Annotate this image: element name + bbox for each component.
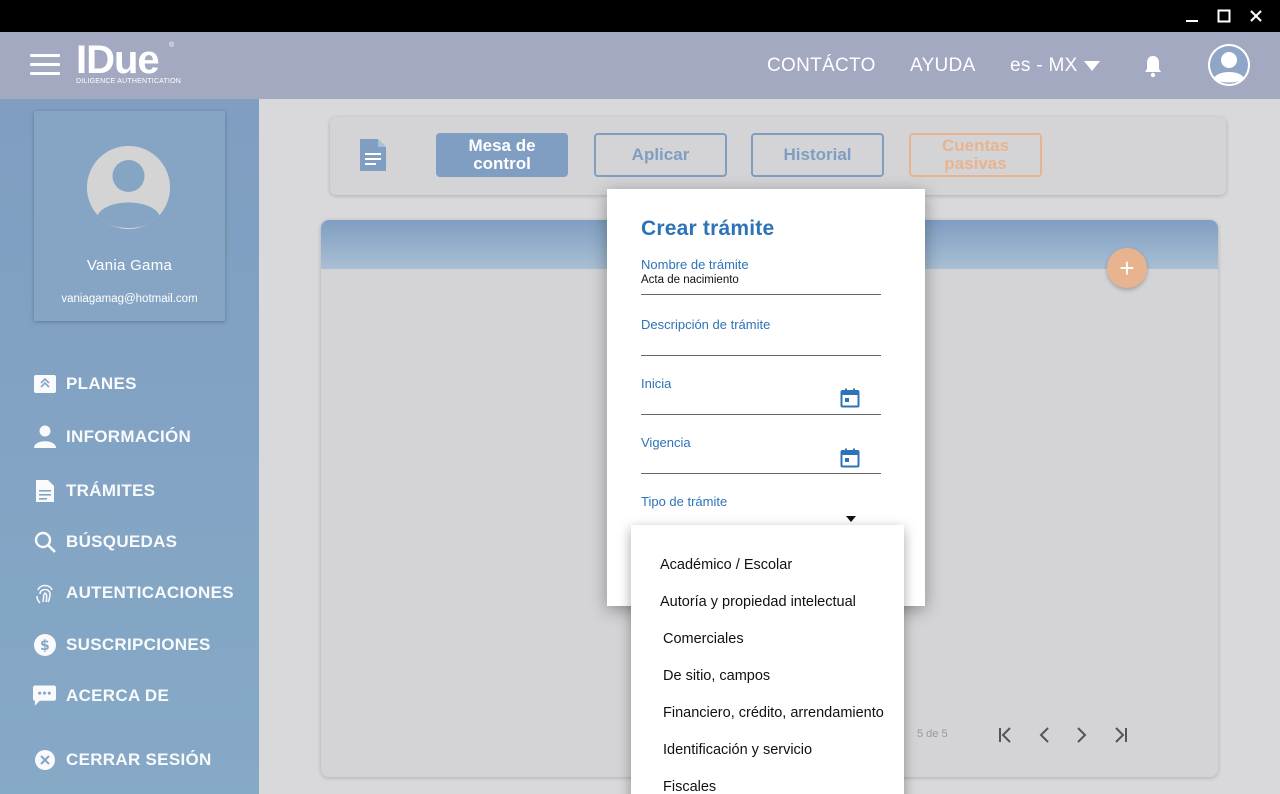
- sidebar-item-label: TRÁMITES: [66, 480, 156, 500]
- inicia-date-field[interactable]: Inicia: [641, 376, 881, 415]
- option-autoria[interactable]: Autoría y propiedad intelectual: [660, 594, 856, 610]
- profile-avatar: [87, 146, 170, 229]
- vigencia-date-field[interactable]: Vigencia: [641, 435, 881, 474]
- bell-icon[interactable]: [1143, 54, 1163, 78]
- modal-title: Crear trámite: [641, 217, 775, 240]
- user-avatar[interactable]: [1208, 44, 1250, 86]
- first-page-icon[interactable]: [994, 723, 1018, 747]
- person-icon: [33, 425, 56, 448]
- dropdown-arrow-icon[interactable]: [846, 516, 856, 522]
- field-label: Tipo de trámite: [641, 494, 728, 509]
- sidebar-item-cerrar-sesion[interactable]: CERRAR SESIÓN: [33, 748, 212, 771]
- app-logo: IDue ® DILIGENCE AUTHENTICATION: [76, 38, 182, 85]
- sidebar: Vania Gama vaniagamag@hotmail.com PLANES…: [0, 99, 259, 794]
- app-header: IDue ® DILIGENCE AUTHENTICATION CONTÁCTO…: [0, 32, 1280, 99]
- plans-icon: [33, 372, 56, 395]
- sidebar-item-informacion[interactable]: INFORMACIÓN: [33, 425, 191, 448]
- calendar-icon[interactable]: [840, 448, 860, 468]
- aplicar-button[interactable]: Aplicar: [594, 133, 727, 177]
- svg-text:$: $: [39, 638, 49, 654]
- profile-name: Vania Gama: [86, 257, 173, 274]
- nombre-tramite-field[interactable]: Nombre de trámite Acta de nacimiento: [641, 257, 881, 295]
- field-label: Nombre de trámite: [641, 257, 749, 272]
- sidebar-item-label: ACERCA DE: [66, 685, 170, 705]
- calendar-icon[interactable]: [840, 388, 860, 408]
- sidebar-item-label: PLANES: [66, 373, 137, 393]
- option-financiero[interactable]: Financiero, crédito, arrendamiento: [663, 705, 884, 721]
- fingerprint-icon: [33, 581, 56, 604]
- document-icon: [360, 139, 386, 176]
- next-page-icon[interactable]: [1069, 723, 1093, 747]
- mesa-de-control-button[interactable]: Mesa de control: [436, 133, 568, 177]
- pager-text: 5 de 5: [917, 728, 948, 740]
- dollar-icon: $: [33, 633, 56, 656]
- sidebar-item-label: AUTENTICACIONES: [66, 582, 234, 602]
- last-page-icon[interactable]: [1108, 723, 1132, 747]
- language-label: es - MX: [1010, 55, 1078, 76]
- field-label: Descripción de trámite: [641, 317, 771, 332]
- profile-email: vaniagamag@hotmail.com: [61, 293, 198, 305]
- caret-down-icon: [1083, 61, 1100, 71]
- option-fiscales[interactable]: Fiscales: [663, 779, 716, 794]
- tipo-tramite-select[interactable]: Tipo de trámite: [641, 494, 881, 524]
- sidebar-item-tramites[interactable]: TRÁMITES: [33, 479, 155, 502]
- nav-ayuda[interactable]: AYUDA: [910, 55, 976, 77]
- menu-icon[interactable]: [30, 54, 60, 78]
- sidebar-item-label: CERRAR SESIÓN: [66, 749, 212, 769]
- cuentas-pasivas-button[interactable]: Cuentas pasivas: [909, 133, 1042, 177]
- tipo-tramite-options: Académico / Escolar Autoría y propiedad …: [631, 525, 904, 794]
- option-de-sitio[interactable]: De sitio, campos: [663, 668, 770, 684]
- search-icon: [33, 530, 56, 553]
- option-identificacion[interactable]: Identificación y servicio: [663, 742, 812, 758]
- sidebar-item-acerca-de[interactable]: ACERCA DE: [33, 684, 169, 707]
- document-icon: [33, 479, 56, 502]
- nombre-tramite-value: Acta de nacimiento: [641, 274, 739, 286]
- historial-button[interactable]: Historial: [751, 133, 884, 177]
- sidebar-item-label: SUSCRIPCIONES: [66, 634, 211, 654]
- option-academico[interactable]: Académico / Escolar: [660, 557, 792, 573]
- window-titlebar: [0, 0, 1280, 32]
- maximize-icon[interactable]: [1214, 6, 1234, 26]
- add-tramite-button[interactable]: +: [1107, 248, 1147, 288]
- sidebar-item-suscripciones[interactable]: $ SUSCRIPCIONES: [33, 633, 211, 656]
- close-circle-icon: [33, 748, 56, 771]
- sidebar-item-planes[interactable]: PLANES: [33, 372, 137, 395]
- profile-card: Vania Gama vaniagamag@hotmail.com: [34, 111, 225, 321]
- sidebar-item-busquedas[interactable]: BÚSQUEDAS: [33, 530, 177, 553]
- sidebar-item-autenticaciones[interactable]: AUTENTICACIONES: [33, 581, 234, 604]
- sidebar-item-label: INFORMACIÓN: [66, 426, 192, 446]
- language-selector[interactable]: es - MX: [1010, 55, 1100, 77]
- previous-page-icon[interactable]: [1033, 723, 1057, 747]
- toolbar-card: Mesa de control Aplicar Historial Cuentas…: [330, 117, 1226, 195]
- minimize-icon[interactable]: [1182, 6, 1202, 26]
- chat-icon: [33, 684, 56, 707]
- nav-contacto[interactable]: CONTÁCTO: [767, 55, 876, 77]
- sidebar-item-label: BÚSQUEDAS: [66, 531, 178, 551]
- close-icon[interactable]: [1246, 6, 1266, 26]
- descripcion-tramite-field[interactable]: Descripción de trámite: [641, 317, 881, 356]
- option-comerciales[interactable]: Comerciales: [663, 631, 744, 647]
